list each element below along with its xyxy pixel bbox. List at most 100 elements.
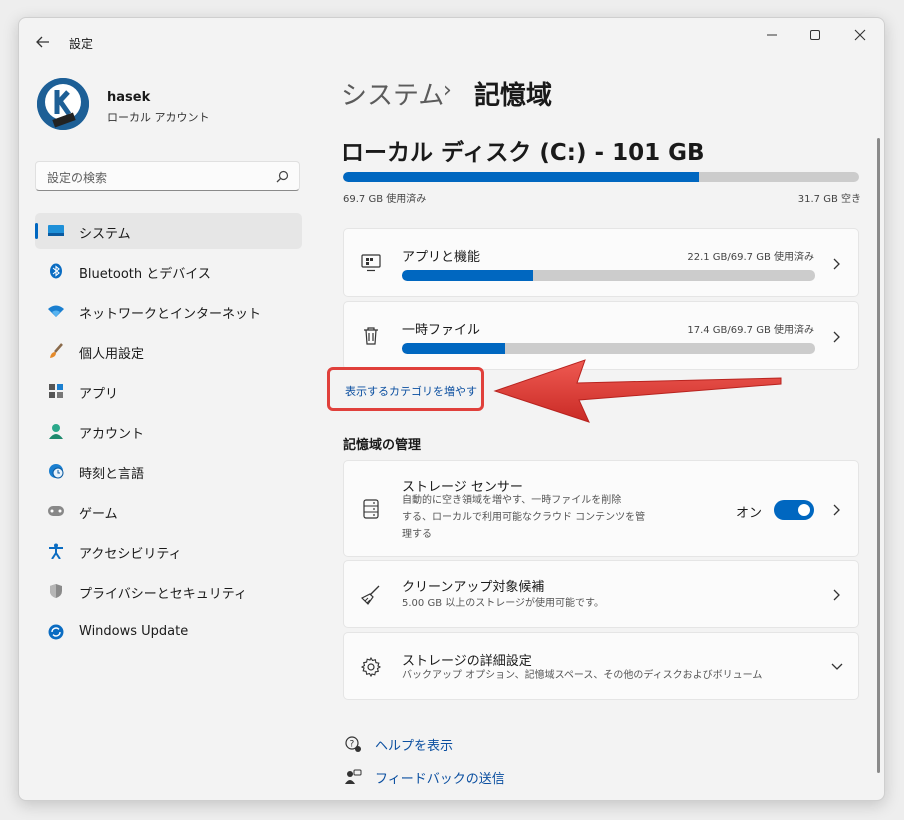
- sensor-desc-2: する、ローカルで利用可能なクラウド コンテンツを管: [402, 512, 646, 523]
- category-value: 22.1 GB/69.7 GB 使用済み: [687, 252, 814, 263]
- brush-icon: [47, 342, 65, 360]
- help-text[interactable]: ヘルプを表示: [375, 735, 453, 754]
- category-value: 17.4 GB/69.7 GB 使用済み: [687, 325, 814, 336]
- search-icon: [276, 170, 289, 183]
- sensor-desc-3: 理する: [402, 529, 432, 540]
- breadcrumb-parent[interactable]: システム: [341, 75, 444, 112]
- cleanup-desc: 5.00 GB 以上のストレージが使用可能です。: [402, 598, 605, 609]
- nav-label: プライバシーとセキュリティ: [79, 587, 247, 602]
- nav-label: システム: [79, 227, 131, 242]
- nav-item-apps[interactable]: アプリ: [35, 373, 302, 409]
- update-icon: [47, 623, 65, 641]
- nav-item-gaming[interactable]: ゲーム: [35, 493, 302, 529]
- globe-clock-icon: [47, 462, 65, 480]
- chevron-right-icon: [830, 503, 844, 517]
- storage-sensor-card[interactable]: ストレージ センサー 自動的に空き領域を増やす、一時ファイルを削除 する、ローカ…: [343, 460, 859, 557]
- management-heading: 記憶域の管理: [343, 438, 422, 453]
- close-icon: [854, 29, 866, 41]
- toggle-label: オン: [735, 506, 762, 521]
- svg-text:?: ?: [350, 740, 355, 750]
- monitor-icon: [47, 222, 65, 240]
- help-icon: ?: [343, 734, 363, 754]
- storage-sensor-toggle[interactable]: [774, 500, 814, 520]
- cleanup-card[interactable]: クリーンアップ対象候補 5.00 GB 以上のストレージが使用可能です。: [343, 560, 859, 628]
- minimize-button[interactable]: [757, 24, 787, 46]
- disk-usage-bar: [343, 172, 859, 182]
- nav-item-accounts[interactable]: アカウント: [35, 413, 302, 449]
- show-more-categories-link[interactable]: 表示するカテゴリを増やす: [345, 383, 477, 399]
- category-usage-bar: [402, 343, 815, 354]
- person-icon: [47, 422, 65, 440]
- category-usage-fill: [402, 343, 506, 354]
- user-name: hasek: [107, 90, 151, 105]
- chevron-right-icon: [830, 257, 844, 271]
- back-arrow-icon: [36, 36, 49, 48]
- gamepad-icon: [47, 502, 65, 520]
- search-input[interactable]: 設定の検索: [35, 161, 300, 191]
- search-placeholder: 設定の検索: [47, 171, 108, 185]
- account-type: ローカル アカウント: [107, 111, 210, 124]
- broom-icon: [360, 584, 382, 606]
- back-button[interactable]: [33, 32, 53, 52]
- apps-features-icon: [360, 252, 382, 274]
- nav-item-personalization[interactable]: 個人用設定: [35, 333, 302, 369]
- category-apps-card[interactable]: アプリと機能 22.1 GB/69.7 GB 使用済み: [343, 228, 859, 297]
- accessibility-icon: [47, 542, 65, 560]
- nav-item-windows-update[interactable]: Windows Update: [35, 614, 302, 650]
- chevron-right-icon: [830, 588, 844, 602]
- maximize-button[interactable]: [800, 24, 830, 46]
- minimize-icon: [767, 34, 777, 36]
- gear-icon: [360, 656, 382, 678]
- apps-icon: [47, 382, 65, 400]
- show-more-categories-highlight: 表示するカテゴリを増やす: [327, 367, 484, 411]
- scrollbar[interactable]: [877, 138, 880, 773]
- active-indicator: [35, 223, 38, 239]
- disk-used-text: 69.7 GB 使用済み: [343, 194, 427, 205]
- storage-drive-icon: [360, 498, 382, 520]
- nav-label: ネットワークとインターネット: [79, 307, 262, 322]
- avatar[interactable]: [37, 78, 89, 130]
- trash-icon: [360, 325, 382, 347]
- shield-icon: [47, 582, 65, 600]
- wifi-icon: [47, 302, 65, 320]
- feedback-icon: [343, 767, 363, 787]
- maximize-icon: [810, 30, 820, 40]
- cleanup-title: クリーンアップ対象候補: [402, 580, 545, 595]
- disk-usage-fill: [343, 172, 700, 182]
- page-title: 記憶域: [474, 81, 553, 111]
- nav-item-accessibility[interactable]: アクセシビリティ: [35, 533, 302, 569]
- nav-item-network[interactable]: ネットワークとインターネット: [35, 293, 302, 329]
- nav-item-system[interactable]: システム: [35, 213, 302, 249]
- nav-label: 時刻と言語: [79, 467, 145, 482]
- nav-label: 個人用設定: [79, 347, 145, 362]
- close-button[interactable]: [845, 24, 875, 46]
- avatar-logo-icon: [37, 78, 89, 130]
- disk-title: ローカル ディスク (C:) - 101 GB: [341, 140, 705, 166]
- feedback-text[interactable]: フィードバックの送信: [375, 768, 505, 787]
- advanced-storage-card[interactable]: ストレージの詳細設定 バックアップ オプション、記憶域スペース、その他のディスク…: [343, 632, 859, 700]
- disk-free-text: 31.7 GB 空き: [797, 194, 861, 205]
- settings-window: 設定 hasek ローカル アカウント 設定の検索 システム Bluetooth…: [18, 17, 885, 801]
- sensor-desc-1: 自動的に空き領域を増やす、一時ファイルを削除: [402, 495, 622, 506]
- help-link[interactable]: ? ヘルプを表示: [343, 734, 453, 754]
- nav-label: アカウント: [79, 427, 145, 442]
- breadcrumb-separator: ›: [443, 78, 452, 103]
- bluetooth-icon: [47, 262, 65, 280]
- toggle-knob: [798, 504, 810, 516]
- nav-item-privacy[interactable]: プライバシーとセキュリティ: [35, 573, 302, 609]
- category-title: アプリと機能: [402, 250, 481, 265]
- nav-label: アクセシビリティ: [79, 547, 182, 562]
- nav-label: Bluetooth とデバイス: [79, 267, 211, 282]
- chevron-down-icon: [830, 660, 844, 674]
- nav-label: Windows Update: [79, 624, 189, 639]
- annotation-arrow-icon: [493, 359, 782, 423]
- nav-label: アプリ: [79, 387, 119, 402]
- nav-item-time-language[interactable]: 時刻と言語: [35, 453, 302, 489]
- nav-label: ゲーム: [79, 507, 118, 522]
- category-usage-fill: [402, 270, 533, 281]
- advanced-title: ストレージの詳細設定: [402, 654, 532, 669]
- feedback-link[interactable]: フィードバックの送信: [343, 767, 505, 787]
- nav-item-bluetooth[interactable]: Bluetooth とデバイス: [35, 253, 302, 289]
- category-usage-bar: [402, 270, 815, 281]
- category-title: 一時ファイル: [402, 323, 481, 338]
